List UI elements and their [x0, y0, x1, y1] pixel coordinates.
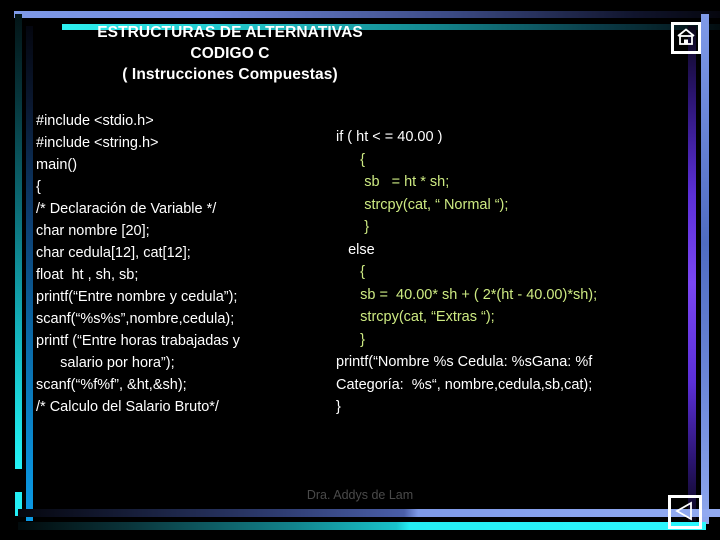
code-line: sb = 40.00* sh + ( 2*(ht - 40.00)*sh);	[336, 286, 598, 303]
code-line: }	[336, 331, 366, 348]
home-button[interactable]	[671, 22, 701, 54]
slide-title-line-2: CODIGO C	[190, 45, 270, 62]
code-block-right: if ( ht < = 40.00 ) { sb = ht * sh; strc…	[336, 126, 691, 419]
code-block-left: #include <stdio.h> #include <string.h> m…	[36, 113, 240, 415]
code-line: Categoría: %s“, nombre,cedula,sb,cat);	[336, 376, 593, 393]
code-line: if ( ht < = 40.00 )	[336, 129, 443, 145]
left-cyan-accent-bar	[15, 14, 22, 469]
code-line: }	[336, 399, 341, 415]
right-blue-accent-bar	[701, 14, 709, 524]
left-blue-accent-bar	[26, 26, 33, 521]
bottom-blue-accent-bar	[18, 509, 720, 517]
previous-slide-icon	[671, 500, 699, 522]
home-icon	[674, 27, 698, 47]
code-line: strcpy(cat, “Extras “);	[336, 309, 495, 325]
code-line: {	[336, 151, 366, 168]
code-line: {	[336, 264, 366, 280]
code-line: sb = ht * sh;	[336, 174, 450, 190]
presentation-slide: ESTRUCTURAS DE ALTERNATIVAS CODIGO C ( I…	[0, 0, 720, 540]
code-line: else	[336, 241, 375, 258]
slide-title-line-1: ESTRUCTURAS DE ALTERNATIVAS	[97, 24, 363, 41]
author-credit: Dra. Addys de Lam	[306, 488, 414, 502]
code-line: printf(“Nombre %s Cedula: %sGana: %f	[336, 354, 593, 370]
top-blue-accent-bar	[14, 11, 720, 18]
bottom-cyan-accent-bar	[18, 522, 706, 530]
code-line: }	[336, 219, 370, 235]
slide-title: ESTRUCTURAS DE ALTERNATIVAS CODIGO C ( I…	[40, 22, 420, 85]
code-line: strcpy(cat, “ Normal “);	[336, 196, 509, 213]
previous-slide-button[interactable]	[668, 495, 702, 529]
slide-title-line-3: ( Instrucciones Compuestas)	[122, 66, 338, 83]
